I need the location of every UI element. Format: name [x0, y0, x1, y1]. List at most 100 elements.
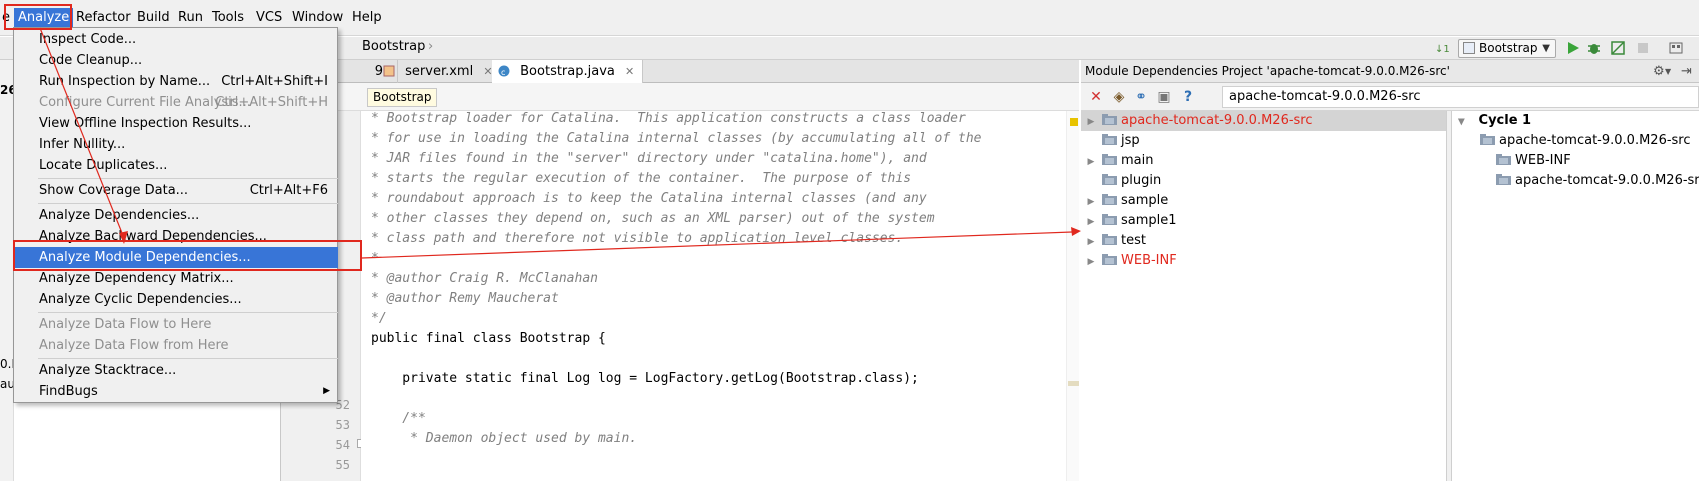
menu-item-run-inspection[interactable]: Run Inspection by Name... Ctrl+Alt+Shift+…: [15, 71, 338, 92]
expand-triangle-icon[interactable]: ▶: [1086, 232, 1096, 252]
code-line: private static final Log log = LogFactor…: [371, 371, 919, 386]
code-line: * starts the regular execution of the co…: [371, 171, 912, 186]
stop-icon[interactable]: [1635, 40, 1651, 56]
menu-item-inspect-code[interactable]: Inspect Code...: [15, 29, 338, 50]
svg-text:↓1: ↓1: [1435, 44, 1450, 55]
menu-item-cyclic-dependencies[interactable]: Analyze Cyclic Dependencies...: [15, 289, 338, 310]
module-folder-icon: [1102, 192, 1117, 205]
tree-item[interactable]: ▶ main: [1081, 151, 1154, 172]
tree-item[interactable]: ▶ sample: [1081, 191, 1169, 212]
project-structure-icon[interactable]: [1668, 40, 1684, 56]
xml-file-icon: [383, 62, 395, 77]
code-line: *: [371, 251, 379, 266]
tab-server-xml[interactable]: server.xml ✕: [377, 60, 505, 83]
code-line: * roundabout approach is to keep the Cat…: [371, 191, 927, 206]
cycle-item[interactable]: apache-tomcat-9.0.0.M26-src: [1480, 131, 1691, 151]
code-line: * Bootstrap loader for Catalina. This ap…: [371, 111, 966, 126]
menu-item-configure-analysis: Configure Current File Analysis... Ctrl+A…: [39, 95, 328, 110]
hide-panel-icon[interactable]: ⇥: [1681, 60, 1692, 83]
menu-window[interactable]: Window: [288, 8, 347, 28]
menu-tools[interactable]: Tools: [208, 8, 248, 28]
group-icon[interactable]: ▣: [1156, 89, 1172, 105]
expand-triangle-icon[interactable]: ▶: [1086, 212, 1096, 232]
menu-vcs[interactable]: VCS: [252, 8, 286, 28]
annotation-box: [4, 4, 72, 30]
module-deps-title: Module Dependencies Project 'apache-tomc…: [1085, 64, 1450, 78]
tree-item[interactable]: ▶ sample1: [1081, 211, 1177, 231]
hierarchy-icon[interactable]: ⚭: [1133, 89, 1149, 105]
coverage-icon[interactable]: [1610, 40, 1626, 56]
expand-triangle-icon[interactable]: ▶: [1086, 112, 1096, 132]
code-line: * @author Remy Maucherat: [371, 291, 559, 306]
gear-icon[interactable]: ⚙: [1653, 60, 1665, 83]
chevron-down-icon: ▼: [1542, 43, 1550, 54]
module-folder-icon: [1102, 232, 1117, 245]
cycles-tree: ▶ Cycle 1 apache-tomcat-9.0.0.M26-src WE…: [1452, 111, 1699, 481]
module-tree: ▶ apache-tomcat-9.0.0.M26-src jsp ▶ main p…: [1081, 111, 1447, 481]
menu-item-data-flow-from: Analyze Data Flow from Here: [39, 338, 229, 353]
annotation-box: [13, 240, 362, 271]
warning-marker-icon[interactable]: [1070, 118, 1078, 126]
cycle-title[interactable]: ▶ Cycle 1: [1452, 111, 1531, 131]
menu-separator: [38, 178, 338, 179]
expand-triangle-icon[interactable]: ▶: [1086, 252, 1096, 272]
menu-item-analyze-dependencies[interactable]: Analyze Dependencies...: [15, 205, 338, 226]
menu-help[interactable]: Help: [348, 8, 386, 28]
line-number: 54: [335, 438, 350, 452]
close-icon[interactable]: ✕: [1088, 89, 1104, 105]
line-number: 55: [335, 458, 350, 472]
module-deps-selection-field[interactable]: apache-tomcat-9.0.0.M26-src: [1222, 86, 1699, 108]
tab-bootstrap-java[interactable]: c Bootstrap.java ✕: [492, 60, 643, 83]
menu-item-offline-results[interactable]: View Offline Inspection Results...: [15, 113, 338, 134]
module-folder-icon: [1102, 132, 1117, 145]
left-tool-strip: [0, 60, 14, 481]
code-editor[interactable]: * Bootstrap loader for Catalina. This ap…: [361, 111, 1079, 481]
code-line: * other classes they depend on, such as …: [371, 211, 935, 226]
nav-breadcrumb[interactable]: Bootstrap: [362, 39, 425, 54]
module-folder-icon: [1102, 212, 1117, 225]
menu-item-analyze-stacktrace[interactable]: Analyze Stacktrace...: [15, 360, 338, 381]
marker-icon[interactable]: [1068, 381, 1079, 386]
cycle-item[interactable]: WEB-INF: [1496, 151, 1571, 171]
java-class-icon: c: [498, 62, 510, 77]
tree-item[interactable]: ▶ test: [1081, 231, 1146, 251]
menu-item-code-cleanup[interactable]: Code Cleanup...: [15, 50, 338, 71]
code-line: */: [371, 311, 387, 326]
code-line: * Daemon object used by main.: [371, 431, 638, 446]
sort-icon[interactable]: ↓1: [1434, 40, 1450, 56]
collapse-triangle-icon[interactable]: ▶: [1451, 117, 1471, 127]
editor-breadcrumb[interactable]: Bootstrap: [367, 88, 438, 107]
cycle-item[interactable]: apache-tomcat-9.0.0.M26-src: [1496, 171, 1699, 191]
tree-item[interactable]: ▶ apache-tomcat-9.0.0.M26-src: [1081, 111, 1446, 131]
tree-item[interactable]: jsp: [1081, 131, 1140, 151]
run-configuration-select[interactable]: Bootstrap ▼: [1458, 39, 1556, 58]
menu-item-findbugs[interactable]: FindBugs ▶: [15, 381, 338, 402]
run-icon[interactable]: [1565, 40, 1581, 56]
expand-triangle-icon[interactable]: ▶: [1086, 192, 1096, 212]
close-icon[interactable]: ✕: [625, 65, 634, 78]
module-icon[interactable]: ◈: [1111, 89, 1127, 105]
menu-item-dependency-matrix[interactable]: Analyze Dependency Matrix...: [15, 268, 338, 289]
menu-run[interactable]: Run: [174, 8, 207, 28]
chevron-down-icon[interactable]: ▼: [1665, 60, 1671, 83]
tree-item[interactable]: ▶ WEB-INF: [1081, 251, 1177, 271]
menu-item-infer-nullity[interactable]: Infer Nullity...: [15, 134, 338, 155]
menu-item-coverage-data[interactable]: Show Coverage Data... Ctrl+Alt+F6: [15, 180, 338, 201]
tree-item[interactable]: plugin: [1081, 171, 1161, 191]
menu-item-locate-duplicates[interactable]: Locate Duplicates...: [15, 155, 338, 176]
expand-triangle-icon[interactable]: ▶: [1086, 152, 1096, 172]
code-line: /**: [371, 411, 426, 426]
breadcrumb-chevron-icon: ›: [428, 39, 434, 54]
debug-icon[interactable]: [1586, 40, 1602, 56]
code-line: * class path and therefore not visible t…: [371, 231, 904, 246]
run-config-label: Bootstrap: [1479, 41, 1538, 55]
svg-text:c: c: [501, 68, 505, 77]
editor-marker-stripe: [1066, 111, 1079, 481]
editor-breadcrumb-bar: Bootstrap: [281, 83, 1079, 111]
code-line: * for use in loading the Catalina intern…: [371, 131, 982, 146]
help-icon[interactable]: ?: [1180, 89, 1196, 105]
menu-separator: [38, 203, 338, 204]
menu-refactor[interactable]: Refactor: [72, 8, 135, 28]
module-deps-header: Module Dependencies Project 'apache-tomc…: [1081, 60, 1699, 83]
menu-build[interactable]: Build: [133, 8, 174, 28]
